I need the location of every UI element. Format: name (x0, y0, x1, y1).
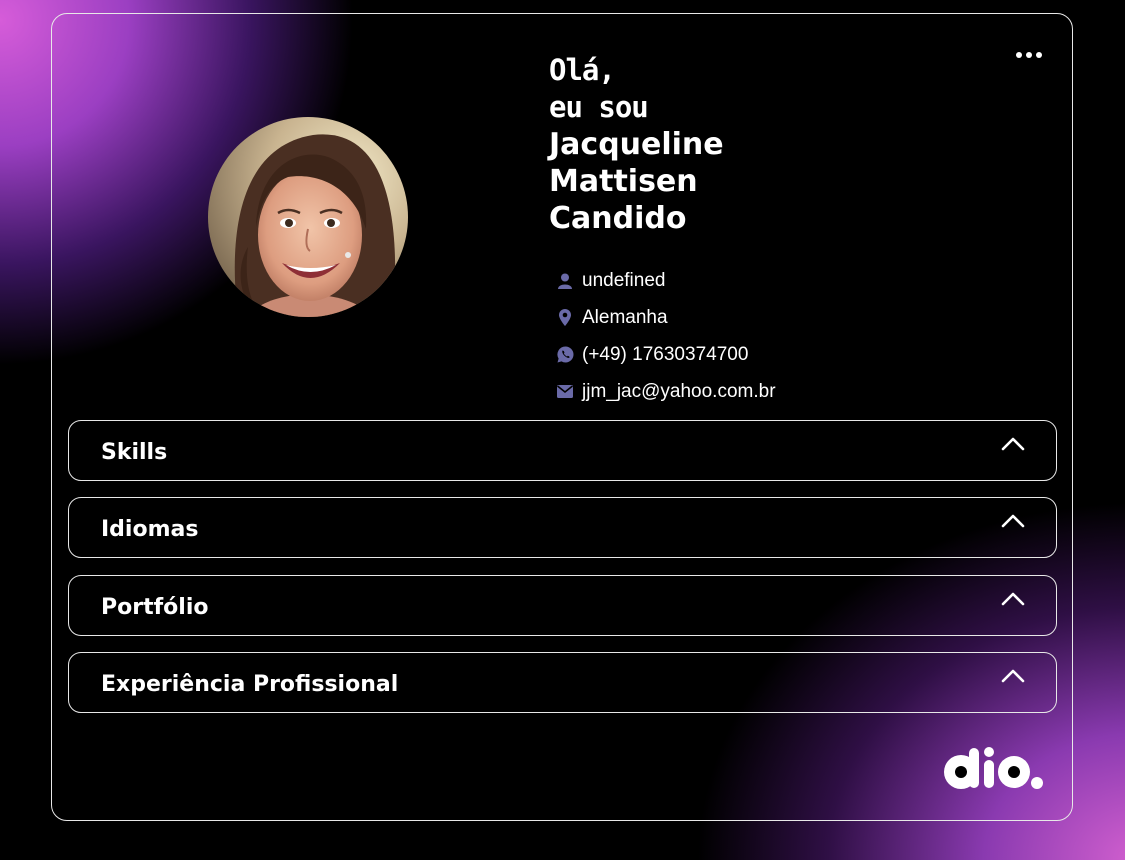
phone-link[interactable]: (+49) 17630374700 (582, 344, 748, 366)
avatar (208, 117, 408, 317)
dio-logo[interactable] (942, 746, 1044, 794)
accordion-title: Portfólio (101, 594, 209, 620)
contact-info: undefined Alemanha (+49) 17630374700 jjm… (556, 262, 776, 410)
info-email: jjm_jac@yahoo.com.br (556, 373, 776, 410)
whatsapp-icon (556, 346, 574, 364)
greeting-line-1: Olá, (549, 53, 616, 87)
chevron-up-icon[interactable] (1001, 436, 1025, 455)
accordion-skills[interactable]: Skills (68, 420, 1057, 481)
name-last: Candido (549, 201, 687, 236)
more-options-icon[interactable] (1016, 52, 1042, 58)
profile-card: Olá, eu sou Jacqueline Mattisen Candido … (51, 13, 1073, 821)
location-text: Alemanha (582, 306, 668, 328)
mail-icon (556, 383, 574, 401)
chevron-up-icon[interactable] (1001, 513, 1025, 532)
name-middle: Mattisen (549, 164, 698, 199)
chevron-up-icon[interactable] (1001, 591, 1025, 610)
user-icon (556, 272, 574, 290)
info-job: undefined (556, 262, 776, 299)
email-link[interactable]: jjm_jac@yahoo.com.br (582, 381, 776, 403)
accordion-portfolio[interactable]: Portfólio (68, 575, 1057, 636)
profile-photo (208, 117, 408, 317)
accordion-idiomas[interactable]: Idiomas (68, 497, 1057, 558)
map-pin-icon (556, 309, 574, 327)
info-location: Alemanha (556, 299, 776, 336)
name-first: Jacqueline (549, 127, 724, 162)
page: Olá, eu sou Jacqueline Mattisen Candido … (0, 0, 1125, 860)
accordion-title: Skills (101, 439, 168, 465)
accordion-experiencia[interactable]: Experiência Profissional (68, 652, 1057, 713)
greeting-line-2: eu sou (549, 90, 649, 124)
info-phone: (+49) 17630374700 (556, 336, 776, 373)
accordion-title: Experiência Profissional (101, 671, 399, 697)
intro: Olá, eu sou Jacqueline Mattisen Candido (549, 52, 724, 237)
chevron-up-icon[interactable] (1001, 668, 1025, 687)
job-text: undefined (582, 269, 666, 291)
accordion-title: Idiomas (101, 516, 199, 542)
